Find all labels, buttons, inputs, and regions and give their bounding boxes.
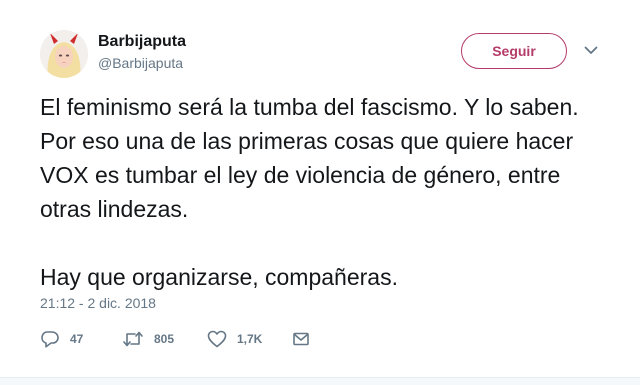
user-handle[interactable]: @Barbijaputa xyxy=(98,55,183,71)
follow-button[interactable]: Seguir xyxy=(461,33,567,69)
reply-icon xyxy=(40,330,60,348)
tweet-paragraph: El feminismo será la tumba del fascismo.… xyxy=(40,94,579,222)
card-footer-strip xyxy=(0,377,640,385)
like-count: 1,7K xyxy=(237,332,263,346)
chevron-down-icon[interactable] xyxy=(583,44,599,56)
reply-count: 47 xyxy=(70,332,84,346)
action-bar: 47 805 1,7K xyxy=(40,328,310,350)
avatar[interactable] xyxy=(40,30,88,78)
tweet-paragraph: Hay que organizarse, compañeras. xyxy=(40,264,398,290)
direct-message-button[interactable] xyxy=(292,331,310,347)
tweet-text: El feminismo será la tumba del fascismo.… xyxy=(40,90,610,294)
reply-button[interactable]: 47 xyxy=(40,330,122,348)
retweet-count: 805 xyxy=(154,332,175,346)
display-name[interactable]: Barbijaputa xyxy=(98,33,186,51)
tweet-card: Barbijaputa @Barbijaputa Seguir El femin… xyxy=(0,0,640,385)
heart-icon xyxy=(207,330,227,348)
tweet-timestamp[interactable]: 21:12 - 2 dic. 2018 xyxy=(40,295,156,311)
retweet-button[interactable]: 805 xyxy=(122,330,207,348)
envelope-icon xyxy=(292,331,310,347)
like-button[interactable]: 1,7K xyxy=(207,330,292,348)
retweet-icon xyxy=(122,330,144,348)
